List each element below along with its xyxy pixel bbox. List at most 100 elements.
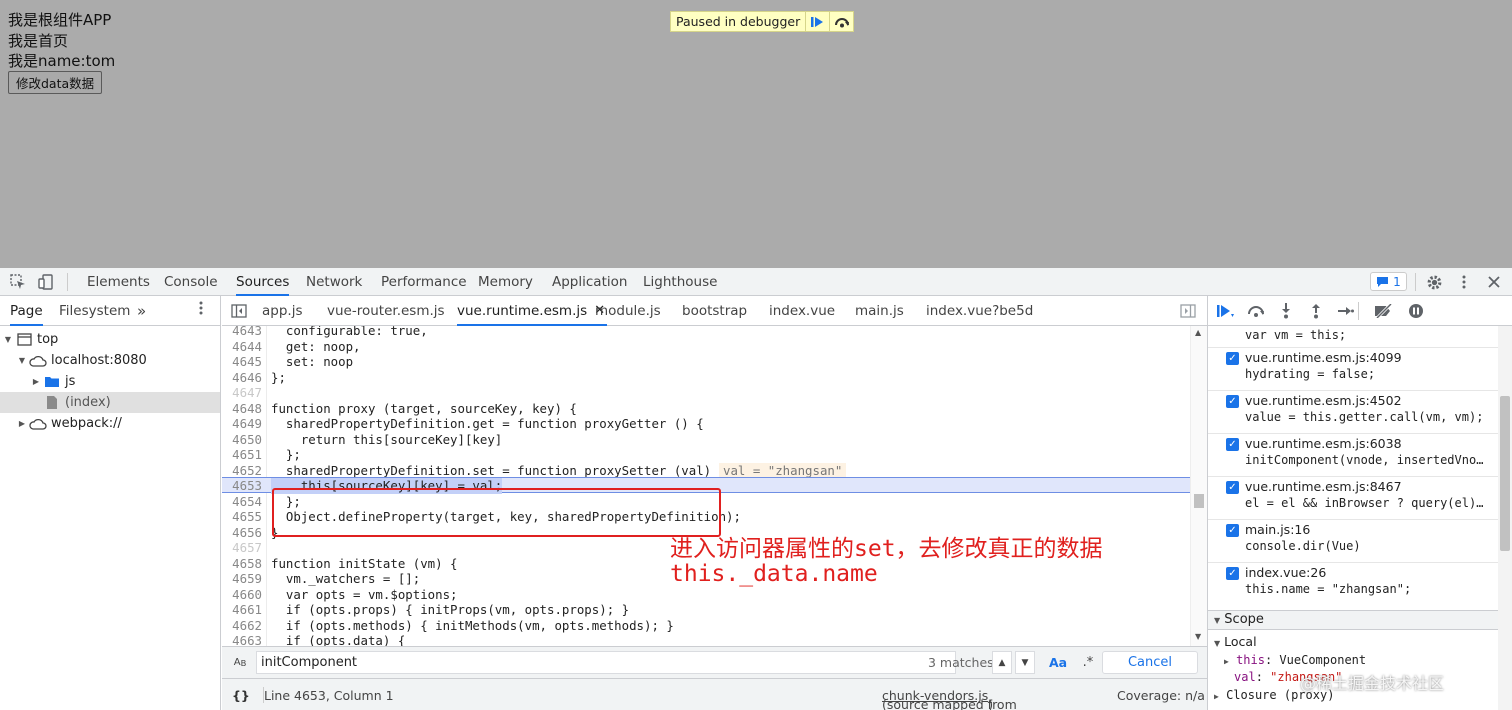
tree-label: js (65, 374, 76, 389)
next-match-icon[interactable]: ▼ (1015, 651, 1035, 674)
call-frame[interactable]: ✓ main.js:16 console.dir(Vue) (1208, 520, 1498, 563)
collapse-arrow-icon: ▶ (32, 377, 40, 386)
pause-on-exceptions-icon[interactable] (1406, 302, 1426, 320)
file-tab-vue-runtime[interactable]: vue.runtime.esm.js ✕ (457, 296, 608, 326)
tab-performance[interactable]: Performance (381, 268, 467, 296)
tab-page[interactable]: Page (10, 296, 43, 326)
open-file-tabs: app.js vue-router.esm.js vue.runtime.esm… (222, 296, 1207, 326)
code-line: 4652 sharedPropertyDefinition.set = func… (222, 462, 1190, 478)
tree-item-index[interactable]: (index) (0, 392, 220, 413)
annotation-highlight-box (272, 488, 721, 537)
issues-count: 1 (1393, 274, 1401, 289)
close-devtools-icon[interactable] (1486, 273, 1502, 291)
step-into-icon[interactable] (1276, 302, 1296, 320)
toolbar-divider (1415, 273, 1416, 291)
file-tab-index-vue[interactable]: index.vue (769, 296, 835, 326)
match-case-toggle[interactable]: Aa (1047, 651, 1069, 674)
home-text: 我是首页 (8, 32, 69, 50)
tab-filesystem[interactable]: Filesystem (59, 296, 130, 326)
tree-item-webpack[interactable]: ▶ webpack:// (0, 413, 220, 434)
file-tab-bootstrap[interactable]: bootstrap (682, 296, 747, 326)
scroll-up-icon[interactable]: ▲ (1195, 328, 1201, 337)
root-component-text: 我是根组件APP (8, 11, 112, 29)
call-frame[interactable]: var vm = this; (1208, 326, 1498, 348)
step-over-icon[interactable] (1246, 302, 1266, 320)
tab-sources[interactable]: Sources (236, 268, 290, 296)
devtools-main-toolbar: Elements Console Sources Network Perform… (0, 268, 1512, 296)
settings-gear-icon[interactable] (1424, 273, 1444, 291)
file-tab-main-js[interactable]: main.js (855, 296, 904, 326)
cloud-icon (29, 417, 47, 431)
toggle-debugger-icon[interactable] (1180, 296, 1196, 326)
device-toolbar-icon[interactable] (37, 273, 55, 291)
frame-checkbox[interactable]: ✓ (1226, 481, 1239, 494)
page-viewport: 我是根组件APP 我是首页 我是name:tom 修改data数据 Paused… (0, 0, 1512, 268)
tree-item-js[interactable]: ▶ js (0, 371, 220, 392)
paused-in-debugger-banner: Paused in debugger (670, 11, 855, 32)
call-frame[interactable]: ✓ vue.runtime.esm.js:8467 el = el && inB… (1208, 477, 1498, 520)
file-icon (43, 396, 61, 410)
frame-checkbox[interactable]: ✓ (1226, 567, 1239, 580)
scope-local[interactable]: ▼ Local (1214, 634, 1257, 649)
resume-icon[interactable] (805, 12, 829, 31)
file-tab-label: vue.runtime.esm.js (457, 303, 588, 319)
editor-scrollbar[interactable]: ▲ ▼ (1190, 326, 1207, 646)
expand-arrow-icon: ▼ (18, 356, 26, 365)
frame-checkbox[interactable]: ✓ (1226, 524, 1239, 537)
tab-lighthouse[interactable]: Lighthouse (643, 268, 717, 296)
expand-arrow-icon: ▼ (4, 335, 12, 344)
call-frame[interactable]: ✓ vue.runtime.esm.js:4502 value = this.g… (1208, 391, 1498, 434)
frame-checkbox[interactable]: ✓ (1226, 352, 1239, 365)
file-tab-app-js[interactable]: app.js (262, 296, 303, 326)
frame-checkbox[interactable]: ✓ (1226, 395, 1239, 408)
file-tab-module-js[interactable]: module.js (595, 296, 661, 326)
tab-elements[interactable]: Elements (87, 268, 150, 296)
modify-data-button[interactable]: 修改data数据 (8, 71, 103, 94)
code-view: 4643 configurable: true, 4644 get: noop,… (222, 326, 1207, 646)
navigator-menu-icon[interactable] (199, 296, 203, 326)
previous-match-icon[interactable]: ▲ (992, 651, 1012, 674)
pretty-print-icon[interactable]: {} (232, 688, 250, 703)
toggle-navigator-icon[interactable] (231, 296, 247, 326)
code-line: 4648 function proxy (target, sourceKey, k… (232, 400, 577, 416)
step-over-icon[interactable] (829, 12, 853, 31)
tree-item-top[interactable]: ▼ top (0, 329, 220, 350)
folder-icon (43, 375, 61, 389)
code-line: 4651 }; (232, 447, 301, 462)
scroll-down-icon[interactable]: ▼ (1195, 632, 1201, 641)
more-tabs-chevron[interactable]: » (137, 296, 146, 326)
tree-label: (index) (65, 395, 111, 410)
call-frame[interactable]: ✓ vue.runtime.esm.js:4099 hydrating = fa… (1208, 348, 1498, 391)
more-options-icon[interactable] (1457, 273, 1471, 291)
tab-console[interactable]: Console (164, 268, 218, 296)
scrollbar-thumb[interactable] (1194, 494, 1204, 508)
code-line: 4649 sharedPropertyDefinition.get = func… (232, 416, 704, 431)
replace-toggle-icon[interactable]: AB (230, 651, 250, 674)
paused-label: Paused in debugger (676, 14, 801, 29)
search-input[interactable]: initComponent (256, 651, 956, 674)
tab-memory[interactable]: Memory (478, 268, 533, 296)
resume-icon[interactable] (1216, 302, 1236, 320)
issues-badge[interactable]: 1 (1370, 272, 1407, 291)
issues-icon (1377, 276, 1389, 287)
collapse-arrow-icon: ▶ (18, 419, 26, 428)
call-frame[interactable]: ✓ index.vue:26 this.name = "zhangsan"; (1208, 563, 1498, 610)
step-out-icon[interactable] (1306, 302, 1326, 320)
frame-checkbox[interactable]: ✓ (1226, 438, 1239, 451)
inspect-element-icon[interactable] (9, 273, 27, 291)
scrollbar-thumb[interactable] (1500, 396, 1510, 551)
scope-section-header[interactable]: ▼ Scope (1208, 610, 1498, 630)
call-frame[interactable]: ✓ vue.runtime.esm.js:6038 initComponent(… (1208, 434, 1498, 477)
file-tab-vue-router[interactable]: vue-router.esm.js (327, 296, 445, 326)
debugger-scrollbar[interactable] (1498, 326, 1512, 710)
tab-network[interactable]: Network (306, 268, 362, 296)
deactivate-breakpoints-icon[interactable] (1374, 302, 1394, 320)
regex-toggle[interactable]: .* (1078, 651, 1098, 674)
cancel-search-button[interactable]: Cancel (1102, 651, 1198, 674)
file-tab-index-vue-be5d[interactable]: index.vue?be5d (926, 296, 1033, 326)
scope-this-entry[interactable]: ▶ this: VueComponent (1224, 653, 1366, 667)
tree-item-localhost[interactable]: ▼ localhost:8080 (0, 350, 220, 371)
tab-application[interactable]: Application (552, 268, 627, 296)
source-mapped-info: (source mapped from chunk-vendors.js) (882, 688, 1017, 710)
step-icon[interactable] (1336, 302, 1356, 320)
